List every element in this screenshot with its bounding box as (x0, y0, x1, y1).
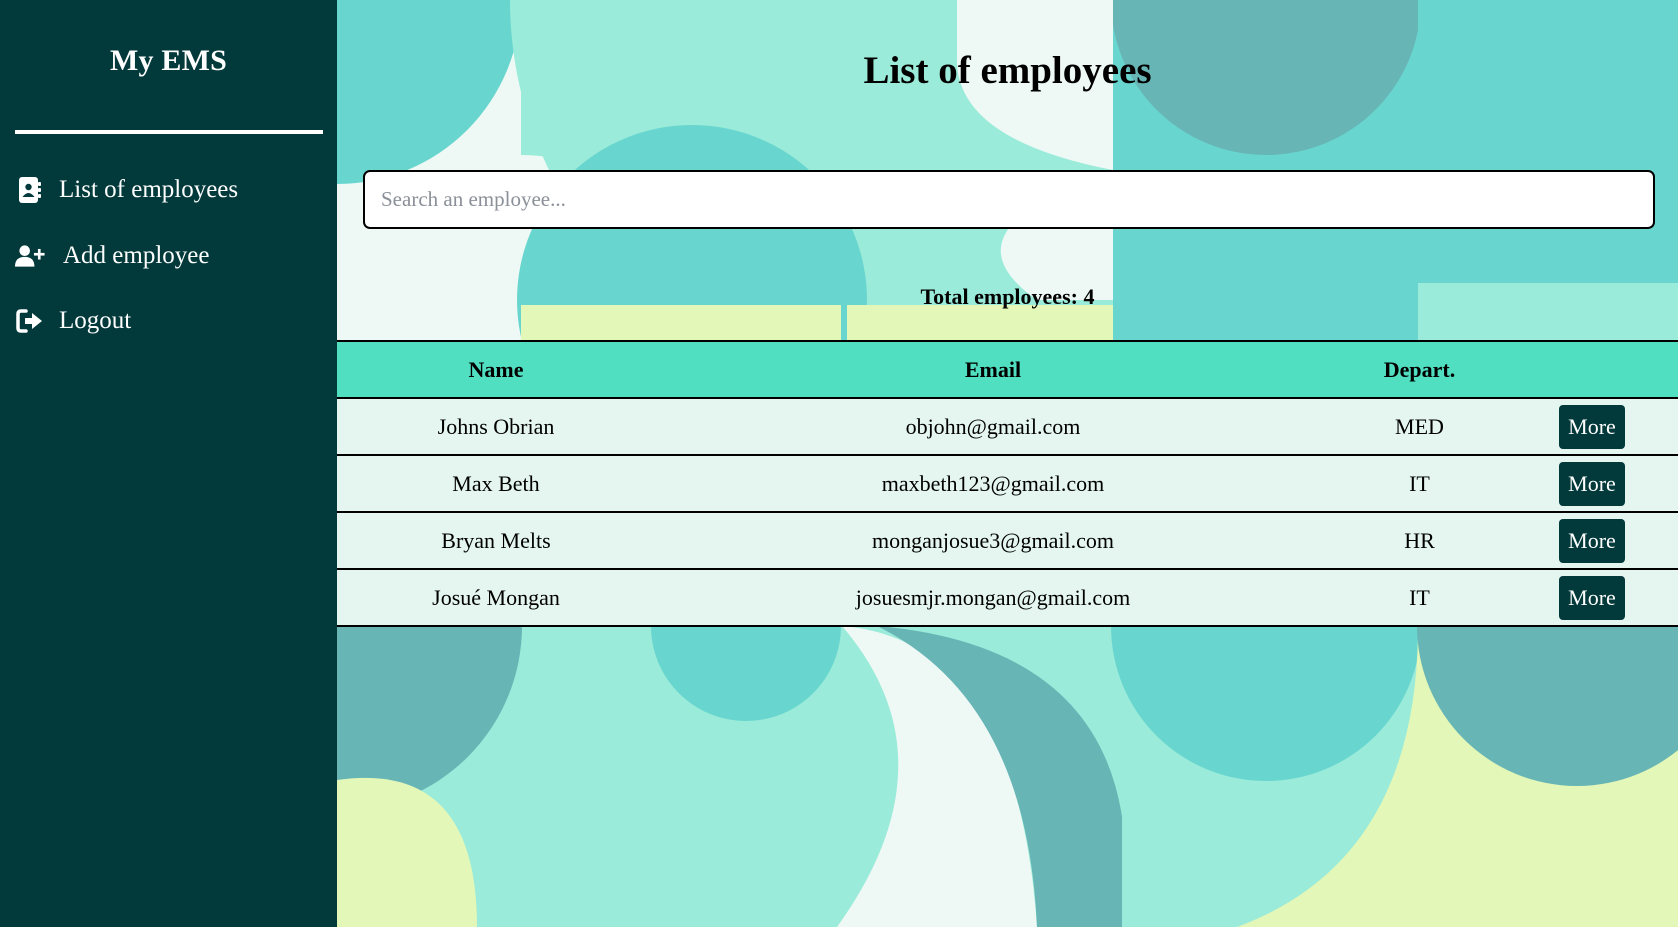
employee-department: IT (1409, 584, 1430, 610)
table-header-row: Name Email Depart. (337, 342, 1678, 399)
employee-name: Johns Obrian (437, 413, 555, 439)
employee-email: objohn@gmail.com (905, 413, 1081, 439)
table-row: Max Beth maxbeth123@gmail.com IT More (337, 456, 1678, 513)
employee-name: Max Beth (452, 470, 540, 496)
search-bar (363, 170, 1655, 229)
total-employees-label: Total employees: 4 (920, 284, 1095, 309)
page-title: List of employees (863, 49, 1152, 92)
column-header-department: Depart. (1383, 356, 1456, 382)
action-cell: More (1508, 518, 1678, 563)
employee-email: maxbeth123@gmail.com (881, 470, 1105, 496)
action-cell: More (1508, 461, 1678, 506)
sidebar-item-list-of-employees[interactable]: List of employees (15, 175, 238, 205)
action-cell: More (1508, 575, 1678, 620)
logout-icon (15, 306, 45, 336)
address-book-icon (15, 175, 45, 205)
employee-department: HR (1404, 527, 1435, 553)
sidebar-item-label: List of employees (59, 176, 239, 203)
employee-department: IT (1409, 470, 1430, 496)
more-button[interactable]: More (1559, 575, 1625, 620)
table-row: Johns Obrian objohn@gmail.com MED More (337, 399, 1678, 456)
app-root: My EMS List of employees Add employee Lo… (0, 0, 1678, 927)
more-button[interactable]: More (1559, 404, 1625, 449)
employee-department: MED (1395, 413, 1444, 439)
sidebar-item-label: Add employee (63, 242, 210, 269)
column-header-email: Email (964, 356, 1022, 382)
column-header-name: Name (468, 356, 524, 382)
action-cell: More (1508, 404, 1678, 449)
employee-email: josuesmjr.mongan@gmail.com (855, 584, 1131, 610)
sidebar-divider (15, 130, 323, 134)
sidebar: My EMS List of employees Add employee Lo… (0, 0, 337, 927)
employee-name: Josué Mongan (432, 584, 560, 610)
more-button[interactable]: More (1559, 518, 1625, 563)
sidebar-item-add-employee[interactable]: Add employee (15, 241, 209, 271)
sidebar-item-label: Logout (59, 307, 132, 334)
user-plus-icon (15, 241, 45, 271)
content-layer: List of employees Total employees: 4 Nam… (337, 0, 1678, 927)
more-button[interactable]: More (1559, 461, 1625, 506)
employee-name: Bryan Melts (441, 527, 551, 553)
table-row: Josué Mongan josuesmjr.mongan@gmail.com … (337, 570, 1678, 627)
employees-table: Name Email Depart. Johns Obrian objohn@g… (337, 340, 1678, 627)
employee-email: monganjosue3@gmail.com (871, 527, 1115, 553)
sidebar-item-logout[interactable]: Logout (15, 306, 131, 336)
brand-title: My EMS (109, 44, 228, 77)
table-row: Bryan Melts monganjosue3@gmail.com HR Mo… (337, 513, 1678, 570)
search-input[interactable] (363, 170, 1655, 229)
main-content: List of employees Total employees: 4 Nam… (337, 0, 1678, 927)
